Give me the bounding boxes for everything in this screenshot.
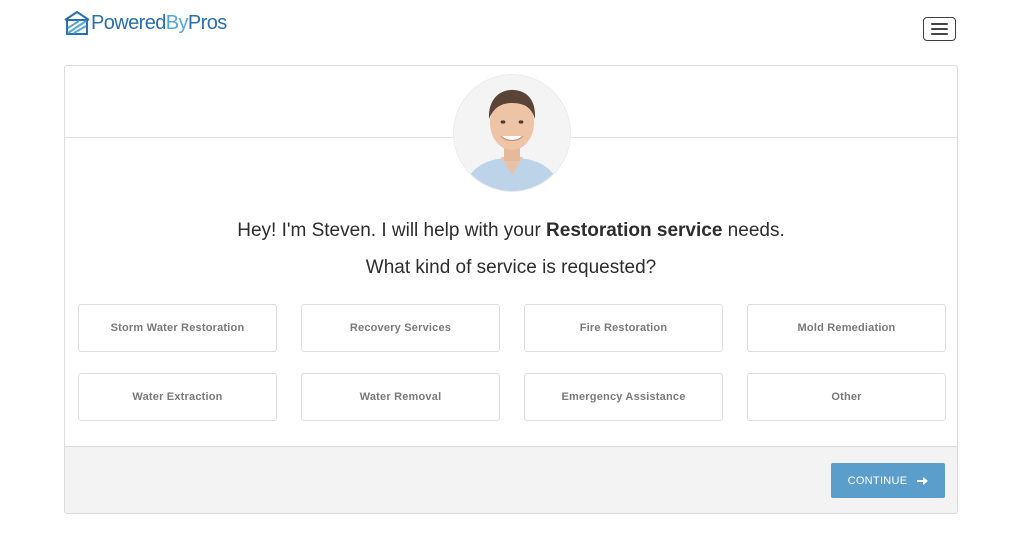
- logo-house-icon: [64, 10, 90, 35]
- assistant-avatar: [454, 75, 570, 191]
- person-avatar-icon: [454, 75, 570, 191]
- option-recovery-services[interactable]: Recovery Services: [301, 304, 500, 352]
- option-storm-water-restoration[interactable]: Storm Water Restoration: [78, 304, 277, 352]
- menu-button[interactable]: [923, 17, 956, 41]
- option-water-removal[interactable]: Water Removal: [301, 373, 500, 421]
- card-footer: CONTINUE: [65, 446, 957, 513]
- assistant-greeting: Hey! I'm Steven. I will help with your R…: [65, 220, 957, 242]
- brand-name-part1: Powered: [91, 12, 166, 34]
- hamburger-icon: [931, 23, 948, 25]
- continue-label: CONTINUE: [847, 474, 908, 487]
- greeting-suffix: needs.: [722, 220, 785, 241]
- brand-name-part2: By: [165, 12, 189, 34]
- option-mold-remediation[interactable]: Mold Remediation: [747, 304, 946, 352]
- option-fire-restoration[interactable]: Fire Restoration: [524, 304, 723, 352]
- greeting-text: Hey! I'm Steven. I will help with your: [237, 220, 547, 241]
- brand-name-part3: Pros: [187, 12, 227, 34]
- service-highlight: Restoration service: [546, 220, 723, 241]
- option-emergency-assistance[interactable]: Emergency Assistance: [524, 373, 723, 421]
- brand-name: PoweredByPros: [91, 13, 227, 33]
- option-other[interactable]: Other: [747, 373, 946, 421]
- continue-button[interactable]: CONTINUE: [831, 463, 945, 498]
- arrow-right-icon: [917, 476, 929, 485]
- option-water-extraction[interactable]: Water Extraction: [78, 373, 277, 421]
- service-question: What kind of service is requested?: [365, 257, 657, 278]
- form-card: Hey! I'm Steven. I will help with your R…: [64, 65, 958, 514]
- brand-logo[interactable]: PoweredByPros: [64, 8, 227, 38]
